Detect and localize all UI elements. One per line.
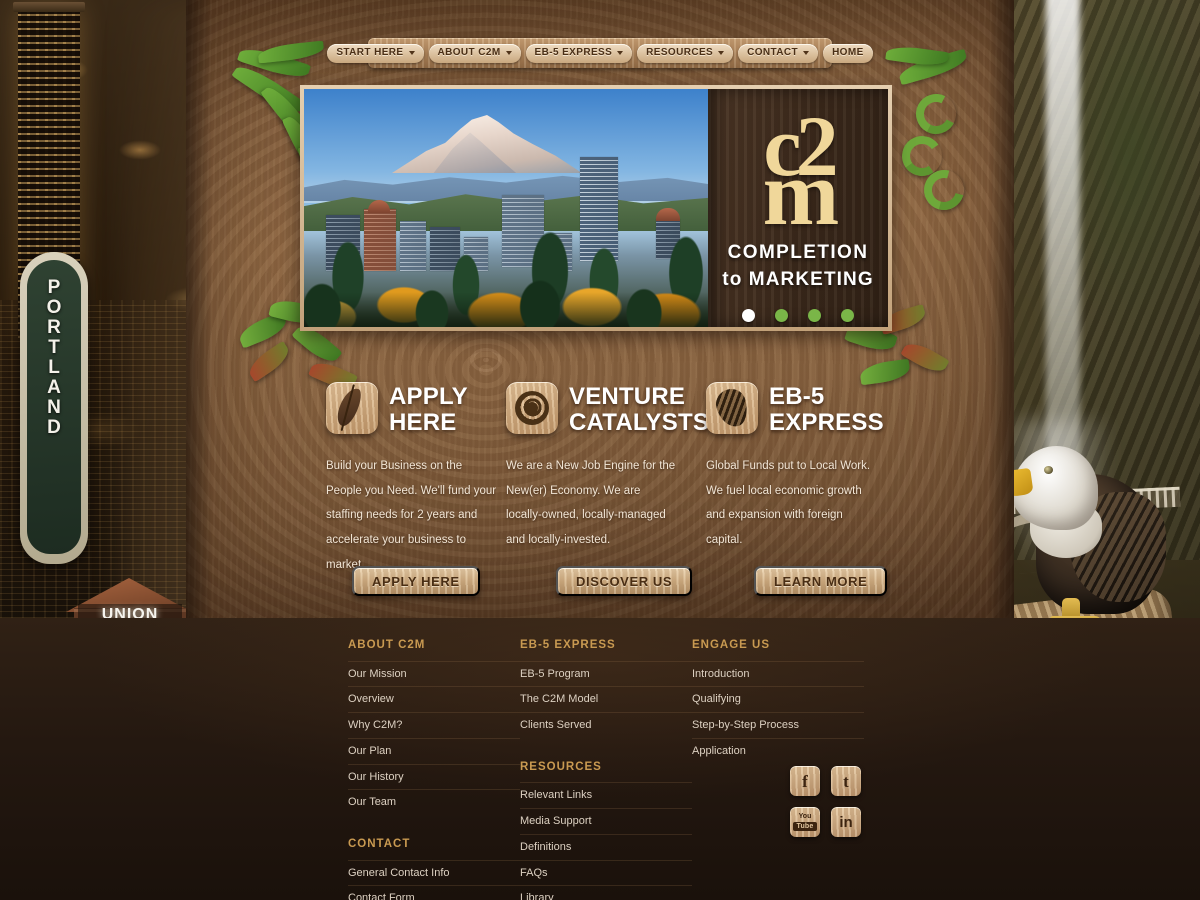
footer-link-overview[interactable]: Overview [348,686,520,712]
nav-label: CONTACT [747,47,799,58]
feature-eb5-express: EB-5 EXPRESS Global Funds put to Local W… [706,382,886,552]
site-footer: ABOUT C2M Our Mission Overview Why C2M? … [0,618,1200,900]
feature-title: APPLY HERE [389,382,468,436]
footer-link-relevant-links[interactable]: Relevant Links [520,782,692,808]
footer-link-media-support[interactable]: Media Support [520,808,692,834]
footer-link-our-plan[interactable]: Our Plan [348,737,520,764]
social-links: f t You Tube in [790,766,861,837]
learn-more-button[interactable]: LEARN MORE [754,566,888,596]
footer-column-eb5: EB-5 EXPRESS EB-5 Program The C2M Model … [520,639,692,900]
footer-link-general-contact-info[interactable]: General Contact Info [348,859,520,886]
footer-column-about: ABOUT C2M Our Mission Overview Why C2M? … [348,639,520,900]
chevron-down-icon [617,51,624,55]
slider-dot-4[interactable] [841,308,854,322]
footer-link-the-c2m-model[interactable]: The C2M Model [520,686,692,712]
feature-body: Build your Business on the People you Ne… [326,459,497,571]
footer-link-qualifying[interactable]: Qualifying [692,686,864,712]
hero-photo-portland-skyline[interactable] [304,89,708,327]
nav-item-home[interactable]: HOME [823,43,873,63]
footer-link-step-by-step-process[interactable]: Step-by-Step Process [692,712,864,738]
chevron-down-icon [408,51,415,55]
footer-heading-contact: CONTACT [348,838,411,850]
feature-title-line2: CATALYSTS [569,408,710,436]
feature-title-line1: EB-5 [769,383,825,410]
slider-dots [742,308,854,322]
tumblr-icon[interactable]: t [831,766,861,796]
feature-body: Global Funds put to Local Work. We fuel … [706,459,871,546]
footer-link-our-history[interactable]: Our History [348,763,520,790]
chevron-down-icon [718,51,725,55]
footer-heading-about-c2m: ABOUT C2M [348,639,426,651]
nav-label: START HERE [336,47,404,58]
page-root: PORTLAND UNION STATION START HERE ABOUT … [0,0,1200,900]
pinecone-icon[interactable] [706,382,758,434]
youtube-icon-bottom: Tube [793,821,817,831]
footer-link-clients-served[interactable]: Clients Served [520,712,692,738]
footer-link-our-team[interactable]: Our Team [348,789,520,815]
feature-title-line1: APPLY [389,383,468,410]
slider-dot-3[interactable] [808,308,821,322]
nav-item-contact[interactable]: CONTACT [738,43,819,63]
feature-title-line1: VENTURE [569,383,686,410]
feature-title: EB-5 EXPRESS [769,382,884,436]
feature-venture-catalysts: VENTURE CATALYSTS We are a New Job Engin… [506,382,709,552]
hero-tagline-line1: COMPLETION [727,241,869,263]
hero-slider: c2 m COMPLETION to MARKETING [300,85,892,331]
youtube-icon-top: You [798,813,812,821]
chevron-down-icon [803,51,810,55]
fern-spiral-icon[interactable] [506,382,558,434]
discover-us-button[interactable]: DISCOVER US [556,566,693,596]
portland-sign: PORTLAND [20,252,88,564]
youtube-icon[interactable]: You Tube [790,807,820,837]
feather-icon[interactable] [326,382,378,434]
main-navigation: START HERE ABOUT C2M EB-5 EXPRESS RESOUR… [327,38,873,68]
bald-eagle-illustration [996,430,1170,632]
wood-panel-right-shadow [988,0,1014,618]
hero-foreground-trees [304,269,708,327]
feature-columns: APPLY HERE Build your Business on the Pe… [326,382,886,571]
slider-dot-2[interactable] [775,308,788,322]
footer-heading-eb5-express: EB-5 EXPRESS [520,639,616,651]
facebook-icon[interactable]: f [790,766,820,796]
portland-sign-text: PORTLAND [46,277,62,438]
nav-item-eb5-express[interactable]: EB-5 EXPRESS [525,43,633,63]
slider-dot-1[interactable] [742,308,755,322]
footer-heading-resources: RESOURCES [520,760,602,773]
feature-title: VENTURE CATALYSTS [569,382,709,436]
cta-row: APPLY HERE DISCOVER US LEARN MORE [326,566,888,596]
hero-tagline-line2: to MARKETING [722,268,874,290]
nav-item-start-here[interactable]: START HERE [327,43,424,63]
nav-label: EB-5 EXPRESS [534,47,613,58]
linkedin-icon[interactable]: in [831,807,861,837]
apply-here-button[interactable]: APPLY HERE [352,566,480,596]
footer-link-introduction[interactable]: Introduction [692,660,864,687]
footer-link-contact-form[interactable]: Contact Form [348,885,520,900]
nav-item-resources[interactable]: RESOURCES [637,43,734,63]
chevron-down-icon [505,51,512,55]
footer-link-application[interactable]: Application [692,737,864,764]
footer-link-faqs[interactable]: FAQs [520,859,692,886]
feature-title-line2: EXPRESS [769,408,884,436]
nav-item-about-c2m[interactable]: ABOUT C2M [428,43,521,63]
footer-link-library[interactable]: Library [520,885,692,900]
nav-label: HOME [832,47,864,58]
feature-apply-here: APPLY HERE Build your Business on the Pe… [326,382,506,571]
wood-panel-left-shadow [186,0,212,618]
footer-link-why-c2m[interactable]: Why C2M? [348,712,520,738]
c2m-logo-line2: m [762,141,840,244]
eagle-eye [1044,466,1053,474]
footer-heading-engage-us: ENGAGE US [692,639,771,651]
footer-link-definitions[interactable]: Definitions [520,833,692,860]
footer-link-eb5-program[interactable]: EB-5 Program [520,660,692,687]
feature-title-line2: HERE [389,408,457,436]
footer-link-columns: ABOUT C2M Our Mission Overview Why C2M? … [348,639,864,900]
hero-logo-panel: c2 m COMPLETION to MARKETING [708,89,888,327]
nav-label: ABOUT C2M [437,47,501,58]
feature-body: We are a New Job Engine for the New(er) … [506,459,676,546]
footer-link-our-mission[interactable]: Our Mission [348,660,520,687]
c2m-logo: c2 m [762,103,840,244]
nav-label: RESOURCES [646,47,714,58]
